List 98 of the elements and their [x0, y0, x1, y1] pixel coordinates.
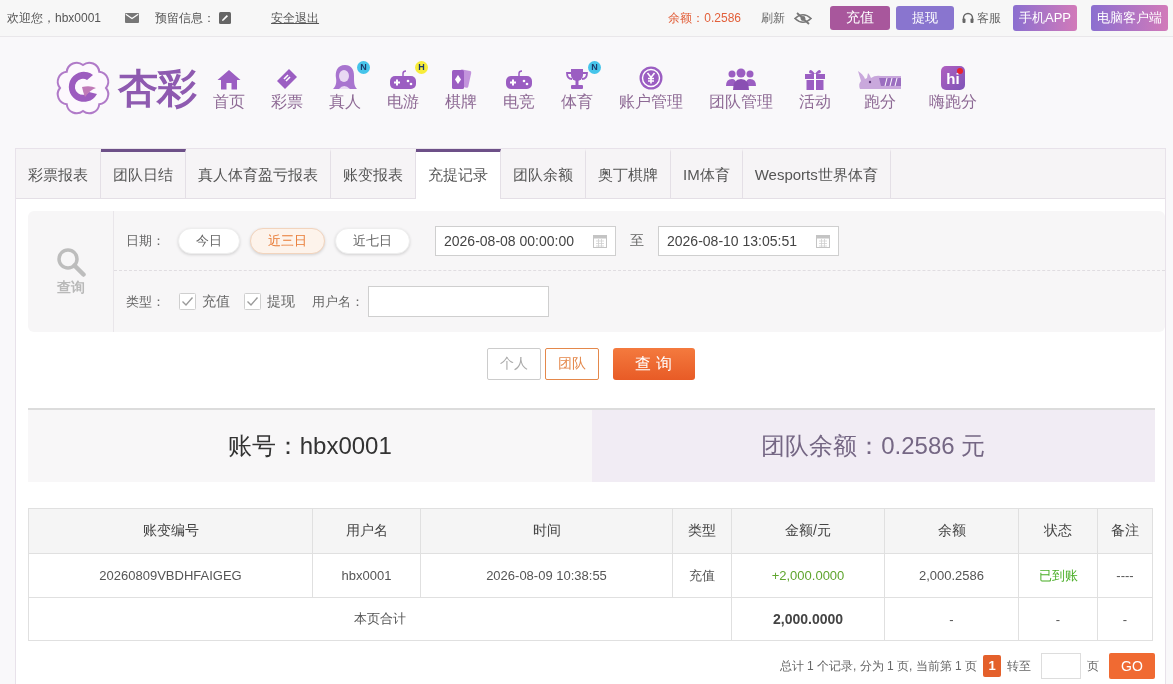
pagination-summary: 总计 1 个记录, 分为 1 页, 当前第 1 页 — [779, 657, 977, 675]
table-cell: 2,000.2586 — [884, 553, 1019, 598]
column-header: 用户名 — [312, 508, 421, 554]
nav-link[interactable]: 彩票 — [271, 92, 303, 113]
nav-link[interactable]: 真人 — [329, 92, 361, 113]
app-download-button[interactable]: 电脑客户端 — [1091, 5, 1168, 31]
mail-icon[interactable] — [125, 13, 140, 23]
nav-badge: N — [588, 61, 601, 74]
table-cell: - — [1018, 597, 1098, 641]
nav-link[interactable]: 棋牌 — [445, 92, 477, 113]
column-header: 时间 — [420, 508, 673, 554]
column-header: 状态 — [1018, 508, 1098, 554]
gamepad-icon[interactable] — [390, 70, 416, 90]
gift-icon[interactable] — [804, 68, 826, 90]
welcome-text: 欢迎您，hbx0001 — [7, 9, 102, 27]
nav-badge: N — [357, 61, 370, 74]
table-cell: 充值 — [672, 553, 732, 598]
edit-icon[interactable] — [219, 12, 232, 24]
reserved-info-label: 预留信息： — [155, 9, 216, 27]
page-number-button[interactable]: 1 — [983, 655, 1001, 677]
nav-link[interactable]: 账户管理 — [619, 92, 683, 113]
type-label: 类型： — [126, 292, 165, 311]
team-balance-text: 团队余额：0.2586 元 — [761, 431, 986, 461]
table-cell: 已到账 — [1018, 553, 1098, 598]
gamepad-icon[interactable] — [506, 70, 532, 90]
date-field[interactable]: 2026-08-08 00:00:00 — [435, 225, 616, 256]
nav-link[interactable]: 首页 — [213, 92, 245, 113]
page-input[interactable] — [1041, 653, 1081, 679]
checkbox-label: 充值 — [202, 292, 230, 311]
scope-button[interactable]: 团队 — [544, 348, 599, 380]
withdraw-button[interactable]: 提现 — [896, 6, 954, 30]
nav-link[interactable]: 电游 — [387, 92, 419, 113]
deposit-button[interactable]: 充值 — [830, 6, 890, 30]
people-icon[interactable] — [726, 68, 756, 90]
tab[interactable]: Wesports世界体育 — [742, 149, 891, 198]
checkbox-label: 提现 — [267, 292, 295, 311]
username-label: 用户名： — [312, 292, 364, 311]
goto-label: 转至 — [1007, 657, 1031, 675]
nav-link[interactable]: 跑分 — [864, 92, 896, 113]
eye-slash-icon[interactable] — [794, 11, 812, 25]
column-header: 类型 — [672, 508, 732, 554]
support-link[interactable]: 客服 — [962, 9, 1001, 27]
refresh-link[interactable]: 刷新 — [761, 9, 785, 27]
date-preset-button[interactable]: 近三日 — [250, 227, 325, 254]
tab[interactable]: 彩票报表 — [16, 149, 101, 198]
go-button[interactable]: GO — [1109, 653, 1155, 679]
tab[interactable]: 团队日结 — [101, 149, 186, 198]
date-field[interactable]: 2026-08-10 13:05:51 — [658, 225, 839, 256]
page-unit-label: 页 — [1087, 657, 1099, 675]
nav-link[interactable]: 活动 — [799, 92, 831, 113]
table-cell: +2,000.0000 — [731, 553, 885, 598]
table-cell: ---- — [1097, 553, 1153, 598]
username-field[interactable] — [368, 286, 549, 317]
scope-button[interactable]: 个人 — [486, 348, 541, 380]
table-cell: 本页合计 — [28, 597, 732, 641]
ticket-icon[interactable] — [276, 68, 298, 90]
checkbox[interactable] — [244, 293, 261, 310]
nav-link[interactable]: 嗨跑分 — [929, 92, 977, 113]
search-button[interactable]: 查 询 — [612, 348, 695, 380]
nav-link[interactable]: 体育 — [561, 92, 593, 113]
date-label: 日期： — [126, 231, 165, 250]
tab[interactable]: 团队余额 — [501, 149, 586, 198]
cards-icon[interactable] — [450, 68, 472, 90]
headset-icon — [962, 12, 974, 24]
tab[interactable]: 真人体育盈亏报表 — [186, 149, 331, 198]
column-header: 余额 — [884, 508, 1019, 554]
checkbox[interactable] — [179, 293, 196, 310]
tab[interactable]: IM体育 — [671, 149, 743, 198]
date-preset-button[interactable]: 近七日 — [335, 227, 410, 254]
table-cell: - — [1097, 597, 1153, 641]
account-text: 账号：hbx0001 — [227, 431, 392, 461]
column-header: 备注 — [1097, 508, 1153, 554]
app-logo-text: hi — [946, 70, 960, 86]
nav-link[interactable]: 团队管理 — [709, 92, 773, 113]
range-separator: 至 — [630, 231, 644, 250]
tab[interactable]: 奥丁棋牌 — [586, 149, 671, 198]
trophy-icon[interactable] — [565, 68, 589, 90]
column-header: 账变编号 — [28, 508, 313, 554]
notification-dot-icon — [957, 68, 963, 74]
app-download-button[interactable]: 手机APP — [1013, 5, 1077, 31]
nav-badge: H — [415, 61, 428, 74]
tab[interactable]: 充提记录 — [416, 149, 501, 199]
app-logo[interactable]: hi — [941, 66, 965, 90]
date-preset-button[interactable]: 今日 — [178, 227, 240, 254]
balance-text: 余额：0.2586 — [668, 9, 741, 27]
yen-coin-icon[interactable] — [639, 66, 663, 90]
table-cell: 2026-08-09 10:38:55 — [420, 553, 673, 598]
column-header: 金额/元 — [731, 508, 885, 554]
logout-link[interactable]: 安全退出 — [271, 9, 320, 27]
house-icon[interactable] — [217, 69, 241, 90]
table-cell: hbx0001 — [312, 553, 421, 598]
table-cell: - — [884, 597, 1019, 641]
logo-text: 杏彩 — [118, 64, 196, 112]
woman-silhouette-icon[interactable] — [332, 64, 358, 90]
nav-link[interactable]: 电竞 — [503, 92, 535, 113]
table-cell: 20260809VBDHFAIGEG — [28, 553, 313, 598]
rhino-head-icon[interactable] — [857, 70, 903, 90]
table-cell: 2,000.0000 — [731, 597, 885, 641]
